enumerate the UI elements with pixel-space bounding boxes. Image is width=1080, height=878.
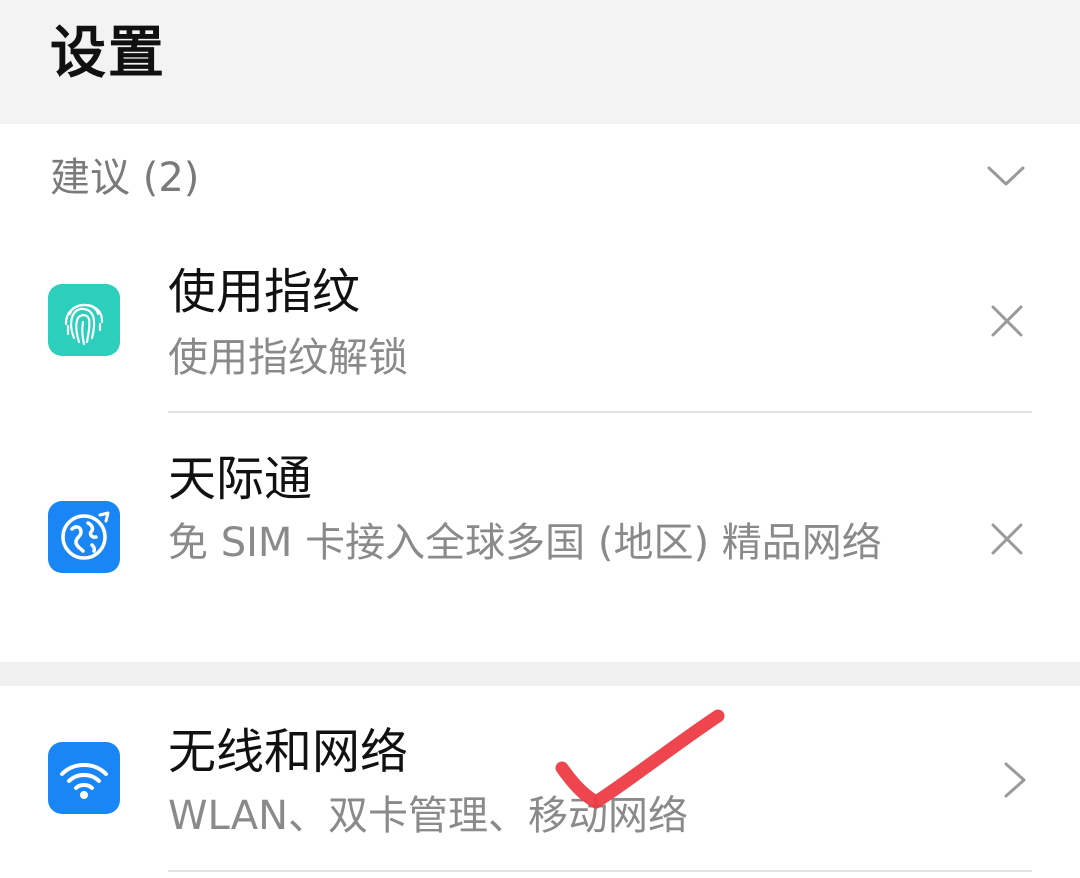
- close-icon[interactable]: [990, 522, 1024, 556]
- suggestion-subtitle: 使用指纹解锁: [168, 335, 408, 381]
- wifi-icon: [48, 742, 120, 814]
- chevron-right-icon: [1004, 762, 1026, 798]
- app-header: 设置: [0, 0, 1080, 124]
- page-title: 设置: [50, 21, 166, 86]
- divider: [168, 870, 1032, 872]
- close-icon[interactable]: [990, 304, 1024, 338]
- suggestion-title: 天际通: [168, 451, 313, 507]
- settings-item-wireless-networks[interactable]: 无线和网络 WLAN、双卡管理、移动网络: [0, 686, 1080, 878]
- suggestion-item-fingerprint[interactable]: 使用指纹 使用指纹解锁: [0, 234, 1080, 412]
- chevron-down-icon[interactable]: [986, 160, 1026, 190]
- section-separator: [0, 662, 1080, 686]
- settings-screen: 设置 建议 (2) 使用指纹 使用指纹解锁 天际通 免 SIM 卡接入全球多国 …: [0, 0, 1080, 878]
- settings-item-subtitle: WLAN、双卡管理、移动网络: [168, 793, 689, 839]
- globe-icon: [48, 501, 120, 573]
- settings-item-title: 无线和网络: [168, 724, 409, 780]
- suggestion-item-skytone[interactable]: 天际通 免 SIM 卡接入全球多国 (地区) 精品网络: [0, 413, 1080, 662]
- suggestion-title: 使用指纹: [168, 264, 361, 320]
- suggestion-subtitle: 免 SIM 卡接入全球多国 (地区) 精品网络: [168, 520, 882, 566]
- suggestions-header[interactable]: 建议 (2): [0, 124, 1080, 234]
- suggestions-title: 建议 (2): [50, 155, 200, 201]
- fingerprint-icon: [48, 284, 120, 356]
